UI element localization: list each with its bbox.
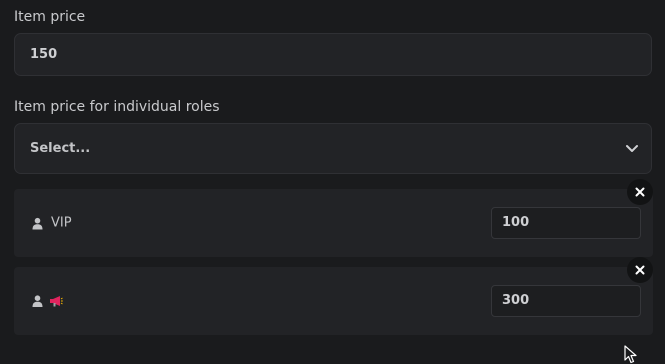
- role-label: VIP: [32, 216, 72, 231]
- close-icon: [635, 187, 645, 197]
- mouse-cursor-icon: [624, 345, 637, 364]
- close-icon: [635, 265, 645, 275]
- item-price-form: Item price 150 Item price for individual…: [0, 0, 665, 364]
- role-price-row: VIP 100: [14, 179, 653, 257]
- role-price-input[interactable]: 100: [491, 207, 641, 239]
- megaphone-icon: [50, 296, 63, 307]
- remove-role-button[interactable]: [627, 257, 653, 283]
- role-label: [32, 295, 71, 307]
- item-price-label: Item price: [14, 9, 86, 25]
- item-price-input[interactable]: 150: [14, 33, 652, 76]
- chevron-down-icon[interactable]: [625, 144, 639, 154]
- role-price-row: 300: [14, 257, 653, 335]
- user-icon: [32, 217, 43, 229]
- item-price-value: 150: [30, 47, 58, 62]
- remove-role-button[interactable]: [627, 179, 653, 205]
- role-select-placeholder: Select...: [30, 141, 91, 156]
- user-icon: [32, 295, 43, 307]
- role-price-input[interactable]: 300: [491, 285, 641, 317]
- role-prices-label: Item price for individual roles: [14, 99, 220, 115]
- role-select-dropdown[interactable]: Select...: [14, 123, 652, 174]
- role-name: VIP: [51, 215, 72, 231]
